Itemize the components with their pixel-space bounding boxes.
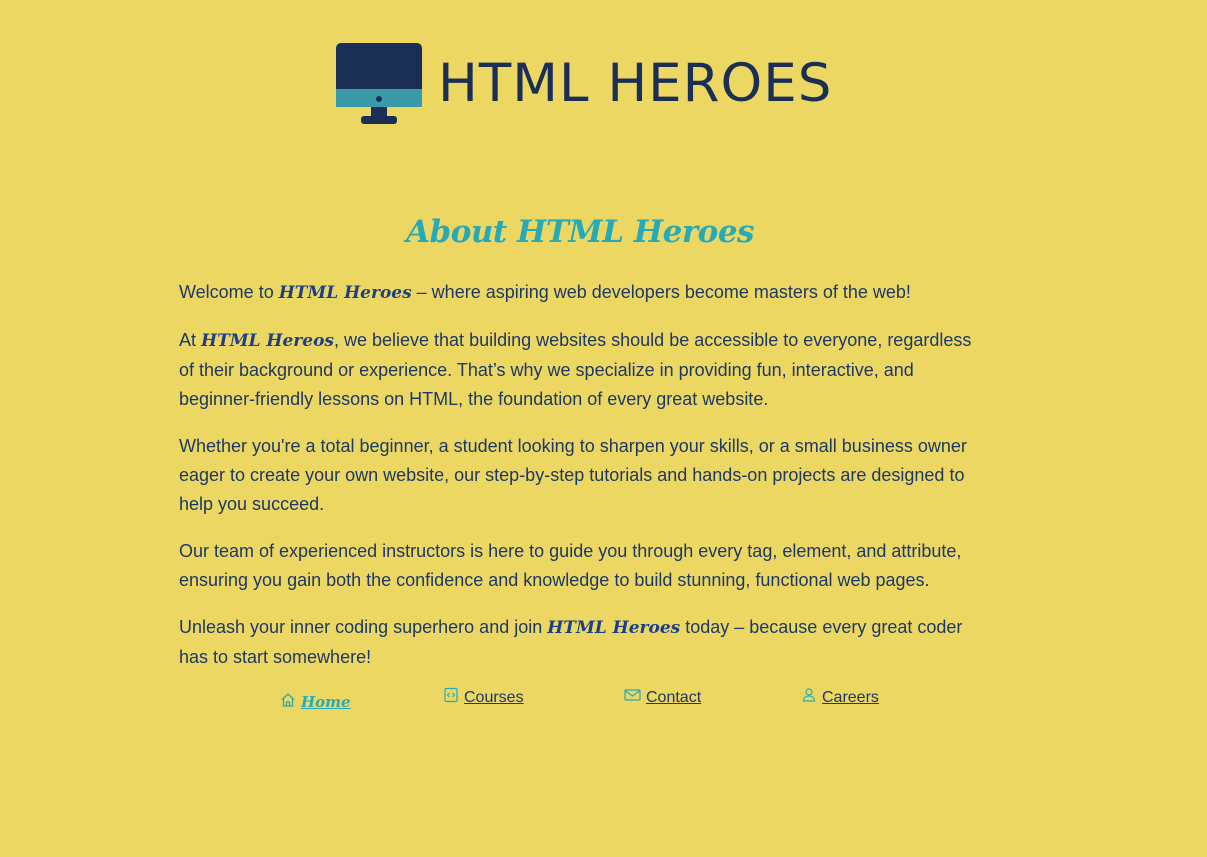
nav-home-link[interactable]: Home [280, 692, 351, 712]
welcome-post: – where aspiring web developers become m… [411, 282, 911, 302]
join-pre: Unleash your inner coding superhero and … [179, 617, 548, 637]
site-logo[interactable]: HTML HEROES [336, 40, 846, 126]
user-icon [801, 687, 822, 708]
paragraph-audience: Whether you're a total beginner, a stude… [179, 436, 967, 514]
welcome-pre: Welcome to [179, 282, 279, 302]
paragraph-welcome: Welcome to HTML Heroes – where aspiring … [179, 278, 984, 308]
paragraph-team: Our team of experienced instructors is h… [179, 541, 962, 590]
brand-name: HTML Hereos [201, 331, 334, 351]
footer-nav: Home Courses Contact Careers [0, 686, 1207, 716]
nav-careers-link[interactable]: Careers [801, 687, 879, 708]
mission-pre: At [179, 330, 202, 350]
paragraph-mission: At HTML Hereos, we believe that building… [179, 326, 984, 414]
home-icon [280, 692, 301, 712]
paragraph-join: Unleash your inner coding superhero and … [179, 613, 984, 672]
about-content: Welcome to HTML Heroes – where aspiring … [179, 278, 984, 690]
logo-text: HTML HEROES [438, 52, 833, 114]
nav-courses-label: Courses [464, 688, 524, 706]
envelope-icon [624, 687, 646, 708]
nav-contact-link[interactable]: Contact [624, 687, 701, 708]
nav-careers-label: Careers [822, 688, 879, 706]
nav-home-label: Home [301, 693, 351, 711]
page: HTML HEROES About HTML Heroes Welcome to… [0, 0, 1207, 857]
nav-courses-link[interactable]: Courses [443, 687, 524, 708]
monitor-icon [336, 41, 422, 125]
brand-name: HTML Heroes [278, 283, 412, 303]
brand-name: HTML Heroes [547, 618, 681, 638]
page-title: About HTML Heroes [405, 214, 755, 250]
code-file-icon [443, 687, 464, 708]
nav-contact-label: Contact [646, 688, 702, 706]
